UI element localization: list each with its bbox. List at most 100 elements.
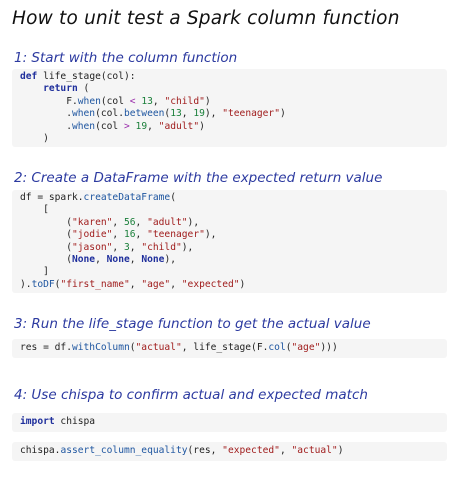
code-token: ). <box>20 278 32 290</box>
code-token: "jason" <box>71 241 113 253</box>
code-token: "adult" <box>147 216 188 228</box>
code-token: return <box>43 83 78 95</box>
code-line: def life_stage(col): <box>20 71 439 83</box>
code-token: ), <box>187 216 200 228</box>
code-token: ), <box>204 108 223 120</box>
code-token: df = spark. <box>20 192 84 203</box>
code-token: (col <box>100 95 130 107</box>
code-token: "teenager" <box>222 108 280 120</box>
code-token: F. <box>20 95 78 107</box>
code-token: , life_stage(F. <box>181 342 269 353</box>
code-token: "jodie" <box>71 229 113 241</box>
code-line: .when(col > 19, "adult") <box>20 121 439 133</box>
code-token: , <box>170 278 182 290</box>
code-token: ))) <box>320 342 338 353</box>
code-token: , <box>279 445 292 456</box>
code-token: toDF <box>31 278 55 290</box>
code-token: createDataFrame <box>83 192 171 203</box>
code-token: "expected" <box>181 278 240 290</box>
code-token: ( <box>170 192 176 203</box>
code-line: res = df.withColumn("actual", life_stage… <box>20 342 439 354</box>
code-token: ( <box>20 216 72 228</box>
code-token: None <box>141 253 165 265</box>
page-title: How to unit test a Spark column function <box>12 8 400 29</box>
code-token: , <box>112 241 124 253</box>
code-token: "karen" <box>71 216 113 228</box>
code-token: ) <box>20 132 49 144</box>
code-token: ( <box>20 229 72 241</box>
code-token: , <box>129 278 142 290</box>
code-token: , <box>112 216 124 228</box>
code-token: , <box>112 229 124 241</box>
code-block-assert-column-equality: chispa.assert_column_equality(res, "expe… <box>12 442 447 462</box>
code-line: ).toDF("first_name", "age", "expected") <box>20 279 439 291</box>
code-block-create-dataframe: df = spark.createDataFrame( [ ("karen", … <box>12 190 447 294</box>
code-token: life_stage(col): <box>43 71 136 82</box>
code-token: 13 <box>170 108 182 120</box>
code-token: ), <box>164 253 176 265</box>
code-token: ( <box>77 83 90 95</box>
code-token: "teenager" <box>147 229 205 241</box>
code-token: ) <box>204 95 211 107</box>
step-4-heading: 4: Use chispa to confirm actual and expe… <box>14 387 368 403</box>
code-token: ) <box>279 108 286 120</box>
code-token: , <box>95 253 107 265</box>
code-token: ), <box>204 229 217 241</box>
code-token: import <box>20 416 55 427</box>
code-token: , <box>147 120 159 132</box>
code-token: when <box>77 95 101 107</box>
code-line: ] <box>20 266 439 278</box>
code-token: assert_column_equality <box>60 445 188 456</box>
code-token: , <box>135 229 148 241</box>
code-token: between <box>123 108 165 120</box>
code-token: 16 <box>123 229 136 241</box>
code-token: , <box>135 216 148 228</box>
code-token: "child" <box>164 95 205 107</box>
code-token: None <box>71 253 96 265</box>
code-token: ), <box>181 241 194 253</box>
code-token: col <box>268 342 286 353</box>
code-token: None <box>106 253 130 265</box>
code-block-life-stage-function: def life_stage(col): return ( F.when(col… <box>12 69 447 148</box>
code-token: 19 <box>135 120 148 132</box>
code-token: when <box>71 120 96 132</box>
code-token: res = df. <box>20 342 72 353</box>
code-token: (res, <box>187 445 223 456</box>
code-token: (col. <box>95 108 124 120</box>
code-token: ) <box>337 445 344 456</box>
code-token: ) <box>199 120 205 132</box>
code-token: when <box>71 108 96 120</box>
code-line: F.when(col < 13, "child") <box>20 96 439 108</box>
code-token: ] <box>20 266 49 278</box>
code-token: (col <box>95 120 124 132</box>
code-token: "expected" <box>222 445 280 456</box>
code-block-import-chispa: import chispa <box>12 413 447 433</box>
code-token: ) <box>239 278 246 290</box>
code-token: , <box>129 241 142 253</box>
step-3-heading: 3: Run the life_stage function to get th… <box>14 316 371 332</box>
code-line: import chispa <box>20 416 439 428</box>
code-token: . <box>20 108 72 120</box>
step-1-heading: 1: Start with the column function <box>14 50 238 66</box>
code-token: "actual" <box>135 342 182 353</box>
code-token: chispa <box>54 416 96 427</box>
code-line: ("karen", 56, "adult"), <box>20 217 439 229</box>
code-token: , <box>152 95 165 107</box>
code-token: , <box>181 108 194 120</box>
code-line: .when(col.between(13, 19), "teenager") <box>20 108 439 120</box>
code-line: return ( <box>20 83 439 95</box>
code-line: [ <box>20 204 439 216</box>
code-token: 19 <box>193 108 205 120</box>
code-token: "age" <box>141 278 171 290</box>
code-line: ("jodie", 16, "teenager"), <box>20 229 439 241</box>
code-token: def <box>20 71 44 82</box>
code-token: "first_name" <box>60 278 130 290</box>
code-token: "age" <box>291 342 321 353</box>
code-token: withColumn <box>71 342 130 353</box>
code-token: "actual" <box>291 445 338 456</box>
code-line: (None, None, None), <box>20 254 439 266</box>
step-2-heading: 2: Create a DataFrame with the expected … <box>14 170 383 186</box>
code-line: chispa.assert_column_equality(res, "expe… <box>20 445 439 457</box>
code-token: , <box>129 253 142 265</box>
